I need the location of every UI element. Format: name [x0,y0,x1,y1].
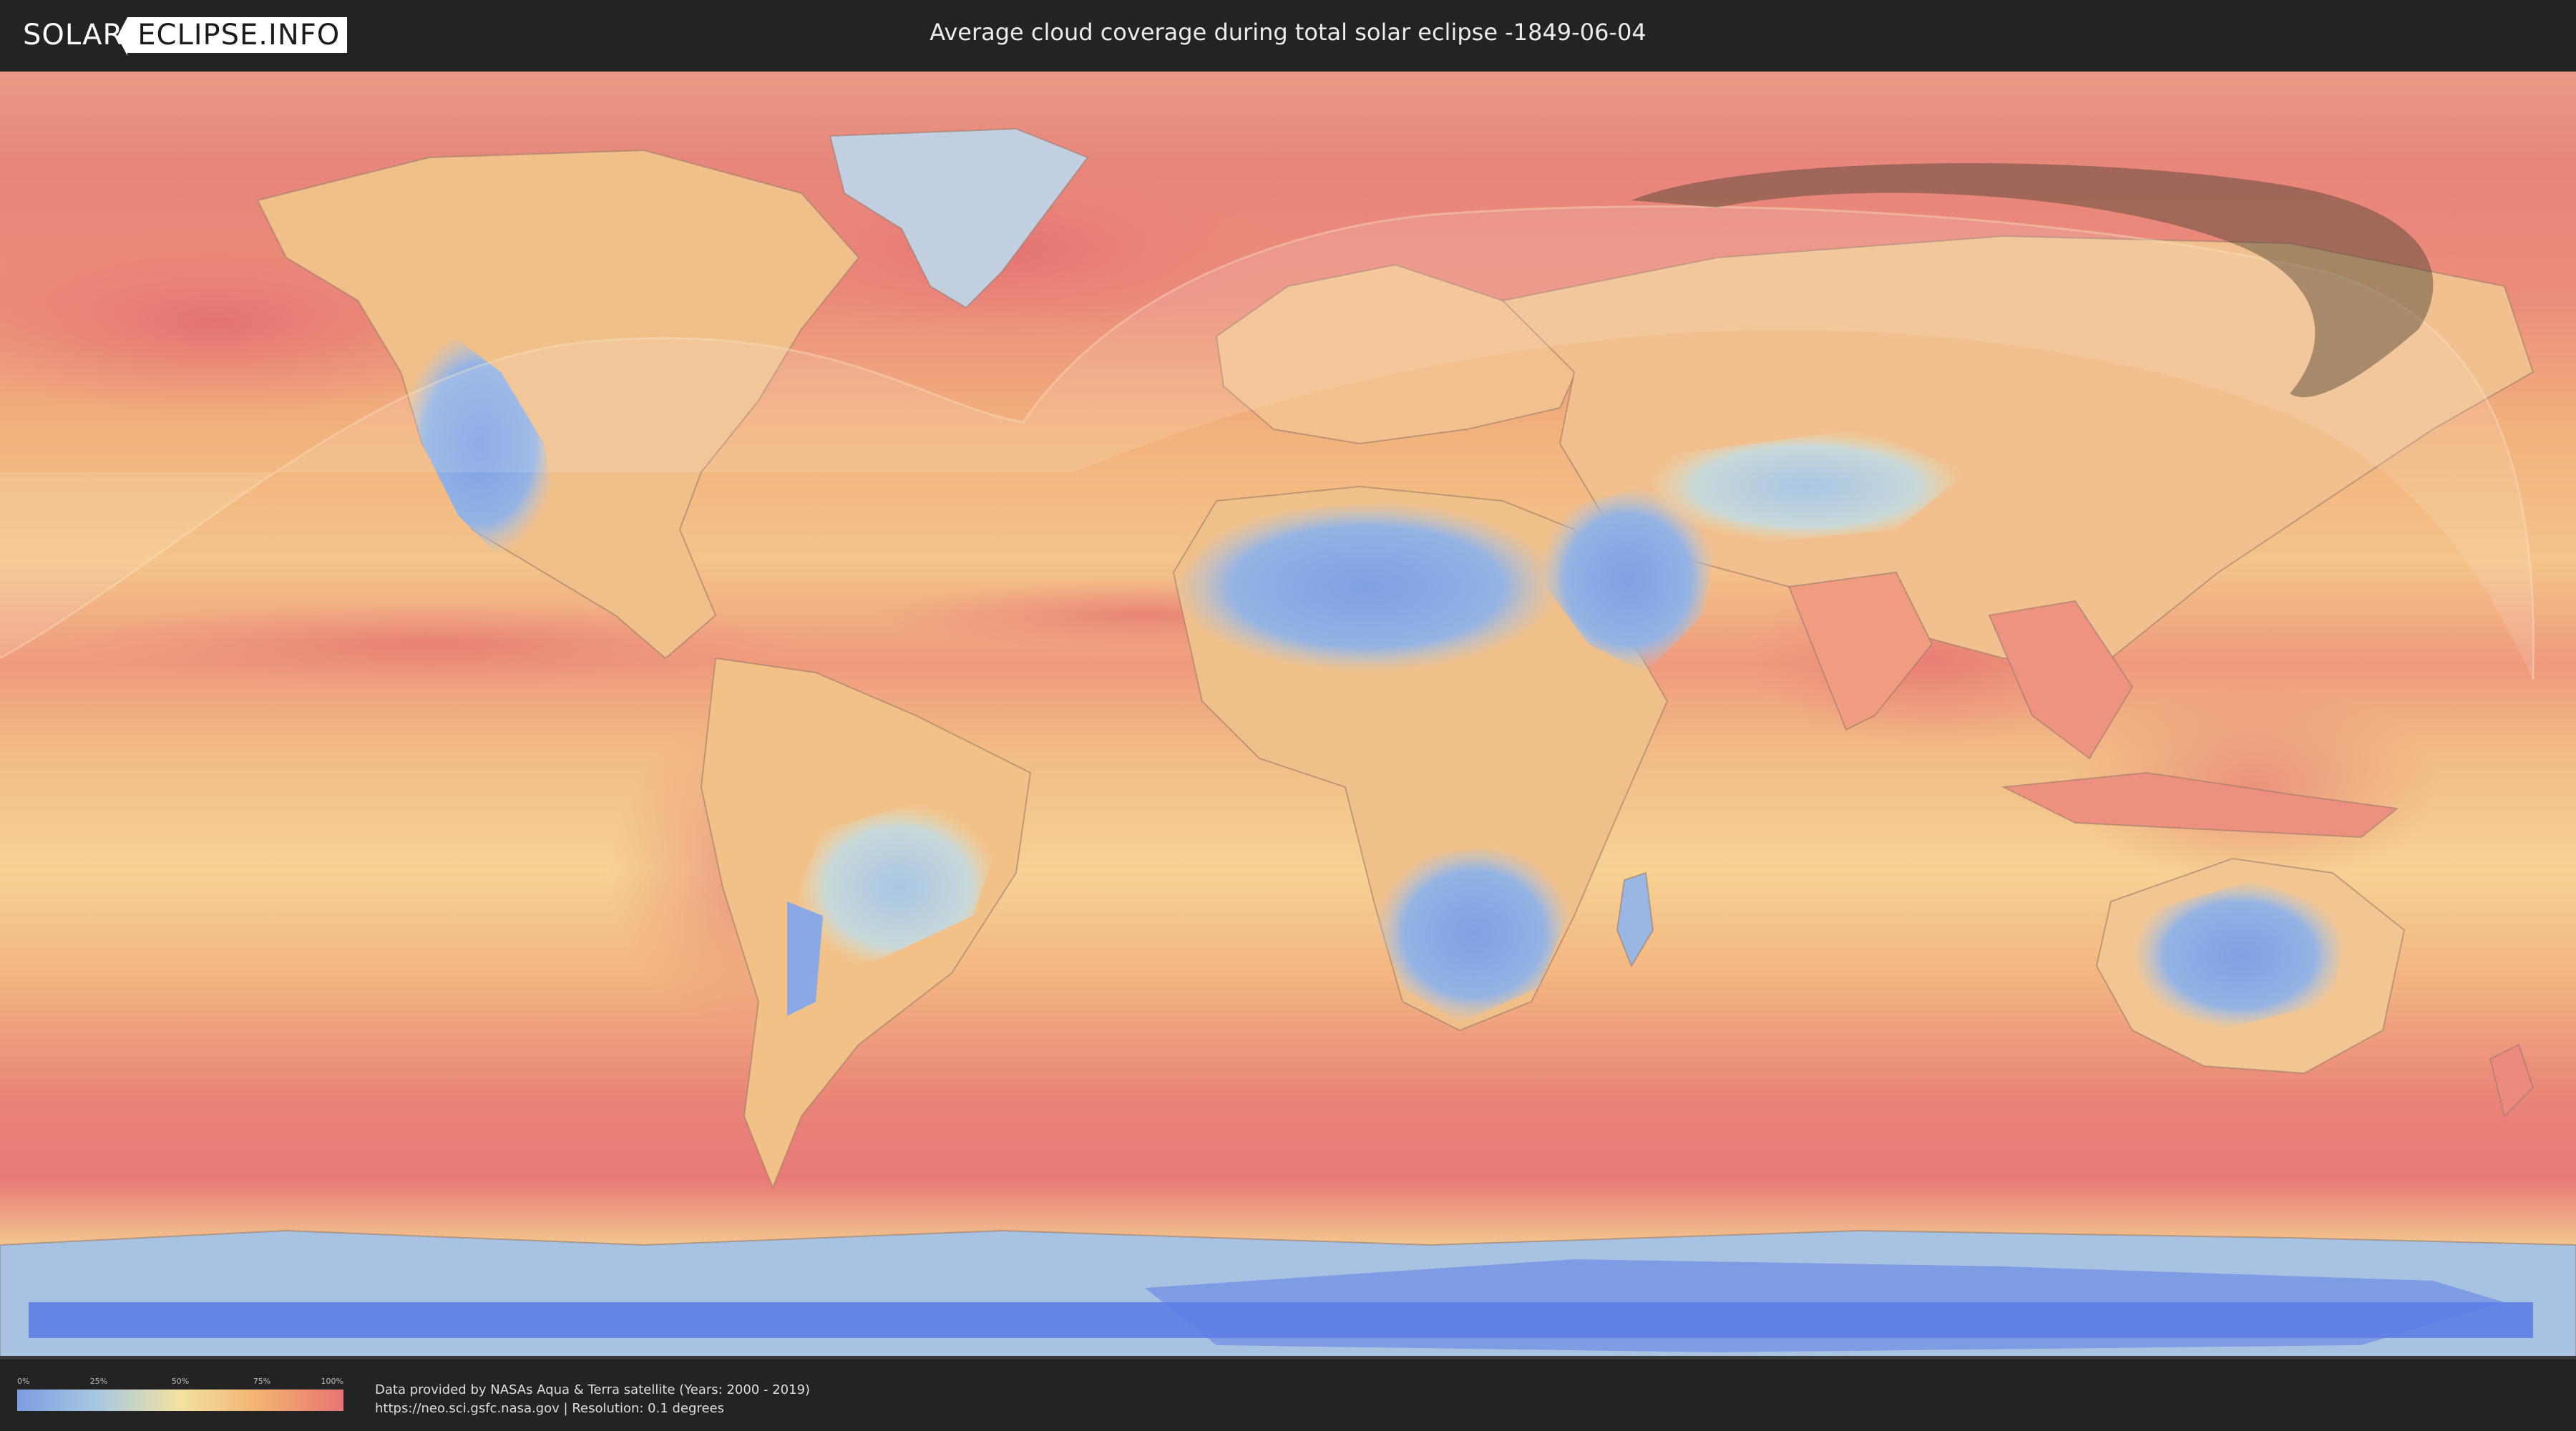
color-legend: 0% 25% 50% 75% 100% [17,1377,343,1414]
cloud-coverage-map[interactable] [0,72,2576,1359]
legend-tick-25: 25% [89,1377,108,1386]
footer-bar: 0% 25% 50% 75% 100% Data provided by NAS… [0,1359,2576,1431]
credit-line-source: Data provided by NASAs Aqua & Terra sate… [375,1382,811,1397]
legend-ticks: 0% 25% 50% 75% 100% [17,1377,343,1388]
legend-gradient-bar [17,1390,343,1411]
page-title: Average cloud coverage during total sola… [930,19,1646,46]
legend-tick-100: 100% [321,1377,343,1386]
header-bar: SOLAR ECLIPSE.INFO Average cloud coverag… [0,0,2576,72]
sahara-clear [1174,501,1560,673]
credit-line-url[interactable]: https://neo.sci.gsfc.nasa.gov | Resoluti… [375,1400,810,1418]
legend-tick-75: 75% [253,1377,271,1386]
legend-tick-0: 0% [17,1377,30,1386]
world-map-svg [0,72,2576,1359]
legend-tick-50: 50% [171,1377,190,1386]
polar-ice-strip [29,1302,2533,1338]
data-credits: Data provided by NASAs Aqua & Terra sate… [375,1381,810,1418]
